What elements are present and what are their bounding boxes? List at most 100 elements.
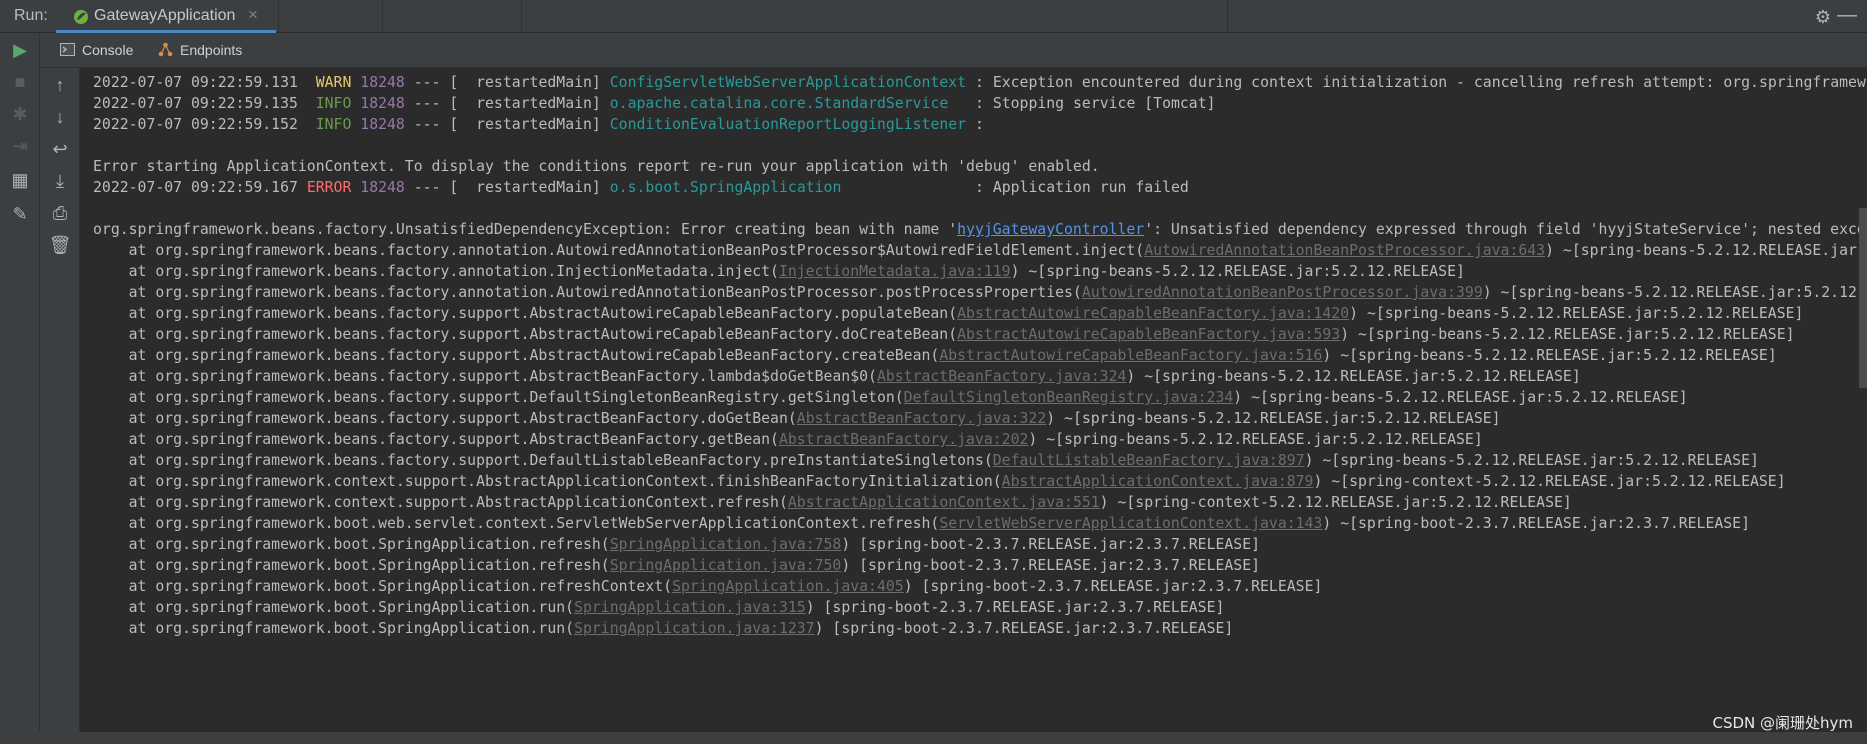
log-logger: ConditionEvaluationReportLoggingListener bbox=[609, 116, 967, 133]
source-link[interactable]: ServletWebServerApplicationContext.java:… bbox=[939, 515, 1322, 532]
spring-boot-icon bbox=[74, 10, 88, 24]
stack-frame-jar: ) ~[spring-boot-2.3.7.RELEASE.jar:2.3.7.… bbox=[1322, 515, 1750, 532]
source-link[interactable]: SpringApplication.java:750 bbox=[610, 557, 842, 574]
trash-icon[interactable]: 🗑 bbox=[47, 232, 73, 258]
scroll-to-end-icon[interactable]: ⤓ bbox=[47, 168, 73, 194]
source-link[interactable]: DefaultListableBeanFactory.java:897 bbox=[993, 452, 1305, 469]
run-actions-toolbar: ▶ ■ ✱ ⇥ ▦ ✎ bbox=[0, 33, 40, 744]
stack-frame-text: at org.springframework.context.support.A… bbox=[93, 473, 1002, 490]
console-tab-label: Console bbox=[82, 42, 134, 58]
stack-frame-text: at org.springframework.beans.factory.sup… bbox=[93, 431, 779, 448]
source-link[interactable]: AbstractBeanFactory.java:322 bbox=[797, 410, 1046, 427]
console-icon bbox=[60, 43, 75, 56]
stop-icon[interactable]: ■ bbox=[7, 69, 33, 95]
stack-frame-text: at org.springframework.boot.SpringApplic… bbox=[93, 557, 610, 574]
endpoints-tab-label: Endpoints bbox=[180, 42, 243, 58]
source-link[interactable]: AbstractApplicationContext.java:551 bbox=[788, 494, 1100, 511]
close-icon[interactable]: × bbox=[248, 5, 258, 25]
stack-frame-text: at org.springframework.boot.SpringApplic… bbox=[93, 599, 575, 616]
stack-frame-text: at org.springframework.beans.factory.sup… bbox=[93, 389, 904, 406]
stack-frame-jar: ) ~[spring-beans-5.2.12.RELEASE.jar:5.2.… bbox=[1349, 305, 1804, 322]
log-message: : bbox=[966, 116, 984, 133]
source-link[interactable]: SpringApplication.java:758 bbox=[610, 536, 842, 553]
source-link[interactable]: AbstractApplicationContext.java:879 bbox=[1002, 473, 1314, 490]
log-thread: --- [ restartedMain] bbox=[404, 95, 610, 112]
stack-frame-text: at org.springframework.boot.SpringApplic… bbox=[93, 536, 610, 553]
arrow-up-icon[interactable]: ↑ bbox=[47, 72, 73, 98]
divider bbox=[382, 0, 383, 33]
source-link[interactable]: AbstractAutowireCapableBeanFactory.java:… bbox=[957, 326, 1340, 343]
minimize-icon[interactable]: — bbox=[1837, 4, 1857, 27]
arrow-down-icon[interactable]: ↓ bbox=[47, 104, 73, 130]
source-link[interactable]: AbstractBeanFactory.java:324 bbox=[877, 368, 1126, 385]
soft-wrap-icon[interactable]: ↩ bbox=[47, 136, 73, 162]
stack-frame-jar: ) ~[spring-beans-5.2.12.RELEASE.jar:5.2.… bbox=[1340, 326, 1795, 343]
exception-text: org.springframework.beans.factory.Unsati… bbox=[93, 221, 958, 238]
log-thread: --- [ restartedMain] bbox=[404, 179, 610, 196]
rerun-icon[interactable]: ▶ bbox=[7, 37, 33, 63]
source-link[interactable]: SpringApplication.java:1237 bbox=[574, 620, 815, 637]
log-line: 2022-07-07 09:22:59.167 ERROR 18248 --- … bbox=[93, 175, 1189, 200]
stack-frame-jar: ) ~[spring-beans-5.2.12.RELEASE.jar:5.2.… bbox=[1322, 347, 1777, 364]
tab-console[interactable]: Console bbox=[60, 33, 150, 68]
stack-frame-jar: ) ~[spring-beans-5.2.12.RELEASE.jar:5.2.… bbox=[1482, 284, 1867, 301]
gear-icon[interactable]: ⚙ bbox=[1815, 7, 1831, 28]
log-logger: ConfigServletWebServerApplicationContext bbox=[609, 74, 967, 91]
stack-frame-jar: ) ~[spring-beans-5.2.12.RELEASE.jar:5.2.… bbox=[1545, 242, 1867, 259]
log-timestamp: 2022-07-07 09:22:59.167 bbox=[93, 179, 298, 196]
bean-link[interactable]: hyyjGatewayController bbox=[957, 221, 1144, 238]
log-timestamp: 2022-07-07 09:22:59.135 bbox=[93, 95, 298, 112]
stack-frame-jar: ) ~[spring-beans-5.2.12.RELEASE.jar:5.2.… bbox=[1233, 389, 1688, 406]
run-label: Run: bbox=[14, 7, 48, 24]
stack-frame-jar: ) [spring-boot-2.3.7.RELEASE.jar:2.3.7.R… bbox=[814, 620, 1234, 637]
log-level: INFO bbox=[315, 95, 352, 112]
source-link[interactable]: AbstractAutowireCapableBeanFactory.java:… bbox=[957, 305, 1349, 322]
stack-frame-text: at org.springframework.beans.factory.ann… bbox=[93, 242, 1145, 259]
source-link[interactable]: AutowiredAnnotationBeanPostProcessor.jav… bbox=[1144, 242, 1545, 259]
log-logger: o.s.boot.SpringApplication bbox=[609, 179, 842, 196]
stack-frame-text: at org.springframework.beans.factory.sup… bbox=[93, 368, 877, 385]
stack-frame-text: at org.springframework.context.support.A… bbox=[93, 494, 788, 511]
source-link[interactable]: InjectionMetadata.java:119 bbox=[779, 263, 1011, 280]
pin-icon[interactable]: ✎ bbox=[7, 201, 33, 227]
log-timestamp: 2022-07-07 09:22:59.131 bbox=[93, 74, 298, 91]
log-line: 2022-07-07 09:22:59.152 INFO 18248 --- [… bbox=[93, 112, 984, 137]
log-logger: o.apache.catalina.core.StandardService bbox=[609, 95, 949, 112]
run-toolbar: Run: GatewayApplication × ⚙ — bbox=[0, 0, 1867, 33]
log-pid: 18248 bbox=[360, 116, 405, 133]
divider bbox=[1227, 0, 1228, 33]
log-level: WARN bbox=[315, 74, 352, 91]
exit-icon[interactable]: ⇥ bbox=[7, 133, 33, 159]
source-link[interactable]: AutowiredAnnotationBeanPostProcessor.jav… bbox=[1082, 284, 1483, 301]
stack-frame-text: at org.springframework.boot.SpringApplic… bbox=[93, 620, 575, 637]
stack-frame-text: at org.springframework.beans.factory.sup… bbox=[93, 452, 993, 469]
source-link[interactable]: AbstractAutowireCapableBeanFactory.java:… bbox=[939, 347, 1322, 364]
scrollbar[interactable] bbox=[1859, 208, 1867, 388]
tab-title: GatewayApplication bbox=[94, 7, 236, 24]
print-icon[interactable]: ⎙ bbox=[47, 200, 73, 226]
source-link[interactable]: SpringApplication.java:405 bbox=[672, 578, 904, 595]
stack-frame-text: at org.springframework.boot.web.servlet.… bbox=[93, 515, 940, 532]
source-link[interactable]: DefaultSingletonBeanRegistry.java:234 bbox=[904, 389, 1234, 406]
stack-frame-jar: ) [spring-boot-2.3.7.RELEASE.jar:2.3.7.R… bbox=[841, 536, 1261, 553]
log-message: : Stopping service [Tomcat] bbox=[948, 95, 1216, 112]
log-thread: --- [ restartedMain] bbox=[404, 74, 610, 91]
console-output[interactable]: 2022-07-07 09:22:59.131 WARN 18248 --- [… bbox=[81, 68, 1867, 732]
tab-endpoints[interactable]: Endpoints bbox=[158, 33, 268, 68]
stack-frame-jar: ) ~[spring-beans-5.2.12.RELEASE.jar:5.2.… bbox=[1304, 452, 1759, 469]
stack-frame-text: at org.springframework.beans.factory.sup… bbox=[93, 347, 940, 364]
tab-gateway-application[interactable]: GatewayApplication × bbox=[56, 0, 276, 33]
run-subtoolbar: Console Endpoints bbox=[40, 33, 1867, 68]
watermark: CSDN @阑珊处hym bbox=[1712, 714, 1853, 732]
log-message: : Application run failed bbox=[841, 179, 1189, 196]
debug-icon[interactable]: ✱ bbox=[7, 101, 33, 127]
log-message: : Exception encountered during context i… bbox=[975, 74, 1867, 91]
layout-icon[interactable]: ▦ bbox=[7, 167, 33, 193]
log-level: ERROR bbox=[306, 179, 352, 196]
log-pid: 18248 bbox=[360, 179, 405, 196]
source-link[interactable]: AbstractBeanFactory.java:202 bbox=[779, 431, 1028, 448]
log-thread: --- [ restartedMain] bbox=[404, 116, 610, 133]
divider bbox=[521, 0, 522, 33]
source-link[interactable]: SpringApplication.java:315 bbox=[574, 599, 806, 616]
stack-frame-jar: ) ~[spring-beans-5.2.12.RELEASE.jar:5.2.… bbox=[1126, 368, 1581, 385]
